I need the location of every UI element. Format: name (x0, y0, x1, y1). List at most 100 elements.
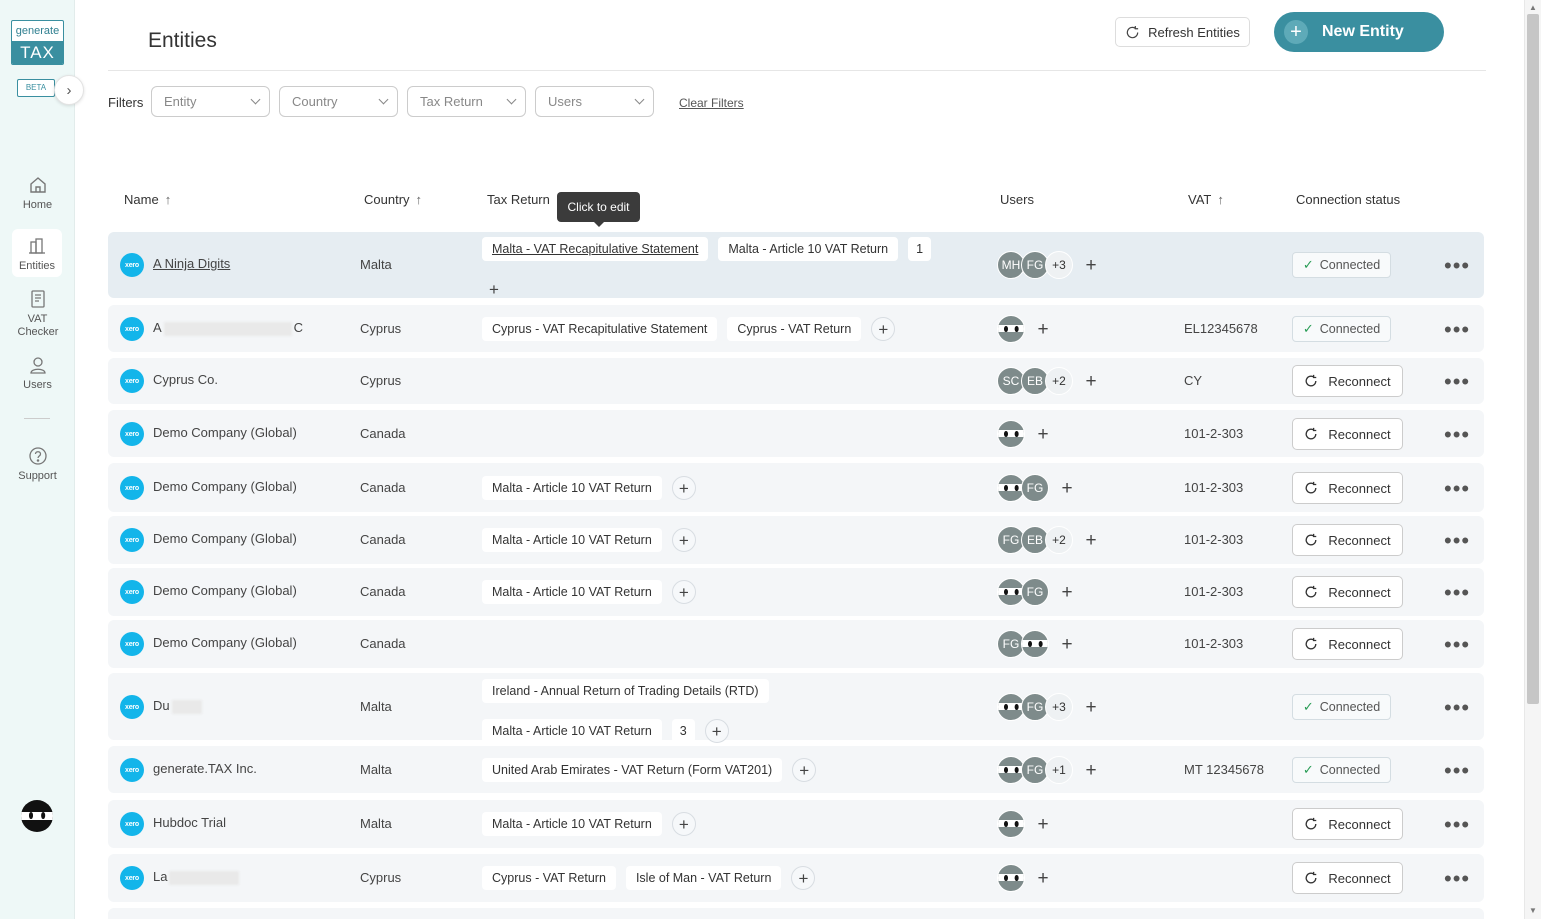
tax-return-tag[interactable]: Cyprus - VAT Return (482, 866, 616, 890)
page-scrollbar[interactable]: ▲ ▼ (1524, 0, 1541, 919)
row-actions-more-icon[interactable]: ••• (1444, 478, 1470, 500)
row-actions-more-icon[interactable]: ••• (1444, 371, 1470, 393)
row-actions-more-icon[interactable]: ••• (1444, 634, 1470, 656)
tax-return-tag[interactable]: Malta - Article 10 VAT Return (482, 812, 662, 836)
add-tax-return-button[interactable]: + (792, 758, 817, 782)
reconnect-button[interactable]: Reconnect (1292, 472, 1403, 504)
reconnect-button[interactable]: Reconnect (1292, 418, 1403, 450)
user-avatar[interactable] (21, 800, 53, 832)
tax-return-tag[interactable]: Malta - Article 10 VAT Return (482, 719, 662, 743)
add-tax-return-button[interactable]: + (871, 317, 896, 341)
user-avatar[interactable] (997, 420, 1025, 448)
add-user-button[interactable]: + (1079, 369, 1103, 393)
add-user-button[interactable]: + (1079, 758, 1103, 782)
user-avatar[interactable] (997, 315, 1025, 343)
country-filter[interactable]: Country (279, 86, 398, 117)
row-actions-more-icon[interactable]: ••• (1444, 255, 1470, 277)
new-entity-button[interactable]: + New Entity (1274, 12, 1444, 52)
user-avatar[interactable] (997, 810, 1025, 838)
row-actions-more-icon[interactable]: ••• (1444, 814, 1470, 836)
add-user-button[interactable]: + (1079, 695, 1103, 719)
more-tax-returns-count[interactable]: 1 (908, 237, 932, 261)
refresh-entities-button[interactable]: Refresh Entities (1115, 17, 1250, 47)
entity-name[interactable]: A Ninja Digits (153, 256, 230, 271)
add-user-button[interactable]: + (1055, 580, 1079, 604)
more-users-count[interactable]: +1 (1045, 756, 1073, 784)
table-row[interactable]: xero Hubdoc Trial Malta Malta - Article 10 … (108, 800, 1484, 848)
row-actions-more-icon[interactable]: ••• (1444, 697, 1470, 719)
add-user-button[interactable]: + (1055, 476, 1079, 500)
user-avatar[interactable]: FG (1021, 578, 1049, 606)
row-actions-more-icon[interactable]: ••• (1444, 760, 1470, 782)
sidebar-item-vat-checker[interactable]: VAT Checker (0, 289, 75, 339)
reconnect-button[interactable]: Reconnect (1292, 628, 1403, 660)
table-row[interactable]: xero A C Cyprus Cyprus - VAT Recapitulative … (108, 305, 1484, 352)
generate-tax-logo[interactable]: generate TAX (11, 20, 64, 65)
expand-sidebar-button[interactable]: › (54, 75, 84, 105)
column-header-country[interactable]: Country ↑ (364, 192, 422, 207)
table-row[interactable]: xero A Ninja Digits Malta Malta - VAT Recap… (108, 232, 1484, 298)
column-header-vat[interactable]: VAT ↑ (1188, 192, 1224, 207)
add-user-button[interactable]: + (1031, 422, 1055, 446)
add-user-button[interactable]: + (1031, 866, 1055, 890)
tax-return-tag[interactable]: Cyprus - VAT Return (727, 317, 862, 341)
add-tax-return-button[interactable]: + (671, 580, 696, 604)
add-tax-return-button[interactable]: + (791, 866, 816, 890)
table-row[interactable]: xero Cyprus Co. Cyprus SC EB +2 + CY Reconnect ••… (108, 358, 1484, 404)
table-row[interactable]: xero Demo Company (Global) Canada +101-2-30… (108, 410, 1484, 457)
users-filter[interactable]: Users (535, 86, 654, 117)
sidebar-item-users[interactable]: Users (0, 355, 75, 392)
table-row[interactable]: xero Du Malta Ireland - Annual Return of Tr… (108, 673, 1484, 743)
tax-return-tag[interactable]: Malta - VAT Recapitulative Statement (482, 237, 709, 261)
tax-return-tag[interactable]: Isle of Man - VAT Return (625, 866, 782, 890)
row-actions-more-icon[interactable]: ••• (1444, 319, 1470, 341)
row-actions-more-icon[interactable]: ••• (1444, 868, 1470, 890)
table-row[interactable]: xero Demo Company (Global) Canada FG + 101-2-… (108, 620, 1484, 668)
sidebar-item-support[interactable]: Support (0, 446, 75, 483)
clear-filters-link[interactable]: Clear Filters (679, 96, 744, 110)
more-users-count[interactable]: +2 (1045, 367, 1073, 395)
add-user-button[interactable]: + (1031, 812, 1055, 836)
sidebar-item-entities[interactable]: Entities (12, 229, 62, 277)
more-users-count[interactable]: +2 (1045, 526, 1073, 554)
more-users-count[interactable]: +3 (1045, 251, 1073, 279)
row-actions-more-icon[interactable]: ••• (1444, 424, 1470, 446)
scroll-up-icon[interactable]: ▲ (1529, 3, 1537, 12)
user-avatar[interactable] (1021, 630, 1049, 658)
reconnect-button[interactable]: Reconnect (1292, 808, 1403, 840)
tax-return-tag[interactable]: Malta - Article 10 VAT Return (718, 237, 899, 261)
more-users-count[interactable]: +3 (1045, 693, 1073, 721)
reconnect-button[interactable]: Reconnect (1292, 862, 1403, 894)
reconnect-button[interactable]: Reconnect (1292, 365, 1403, 397)
scrollbar-thumb[interactable] (1527, 14, 1539, 704)
table-row[interactable]: xero generate.TAX Inc. Malta United Arab Em… (108, 746, 1484, 793)
tax-return-tag[interactable]: Malta - Article 10 VAT Return (482, 580, 662, 604)
table-row[interactable]: xero Demo Company (Global) Canada Malta - A… (108, 463, 1484, 512)
tax-return-tag[interactable]: Ireland - Annual Return of Trading Detai… (482, 679, 769, 703)
add-user-button[interactable]: + (1079, 528, 1103, 552)
row-actions-more-icon[interactable]: ••• (1444, 530, 1470, 552)
sidebar-item-home[interactable]: Home (0, 175, 75, 212)
tax-return-tag[interactable]: Malta - Article 10 VAT Return (482, 476, 662, 500)
more-tax-returns-count[interactable]: 3 (671, 719, 695, 743)
reconnect-button[interactable]: Reconnect (1292, 576, 1403, 608)
tax-return-filter[interactable]: Tax Return (407, 86, 526, 117)
add-tax-return-button[interactable]: + (671, 528, 696, 552)
tax-return-tag[interactable]: United Arab Emirates - VAT Return (Form … (482, 758, 783, 782)
user-avatar[interactable]: FG (1021, 474, 1049, 502)
add-tax-return-button[interactable]: + (704, 719, 729, 743)
table-row[interactable]: xero Demo Company (Global) Canada Malta - A… (108, 568, 1484, 616)
table-row[interactable]: xero La Cyprus Cyprus - VAT Return Isle of M… (108, 854, 1484, 902)
add-tax-return-button[interactable]: + (671, 812, 696, 836)
add-user-button[interactable]: + (1031, 317, 1055, 341)
column-header-name[interactable]: Name ↑ (124, 192, 171, 207)
reconnect-button[interactable]: Reconnect (1292, 524, 1403, 556)
add-user-button[interactable]: + (1079, 253, 1103, 277)
add-user-button[interactable]: + (1055, 632, 1079, 656)
add-tax-return-button[interactable]: + (482, 277, 506, 301)
scroll-down-icon[interactable]: ▼ (1529, 906, 1537, 915)
row-actions-more-icon[interactable]: ••• (1444, 582, 1470, 604)
user-avatar[interactable] (997, 864, 1025, 892)
tax-return-tag[interactable]: Cyprus - VAT Recapitulative Statement (482, 317, 718, 341)
entity-filter[interactable]: Entity (151, 86, 270, 117)
